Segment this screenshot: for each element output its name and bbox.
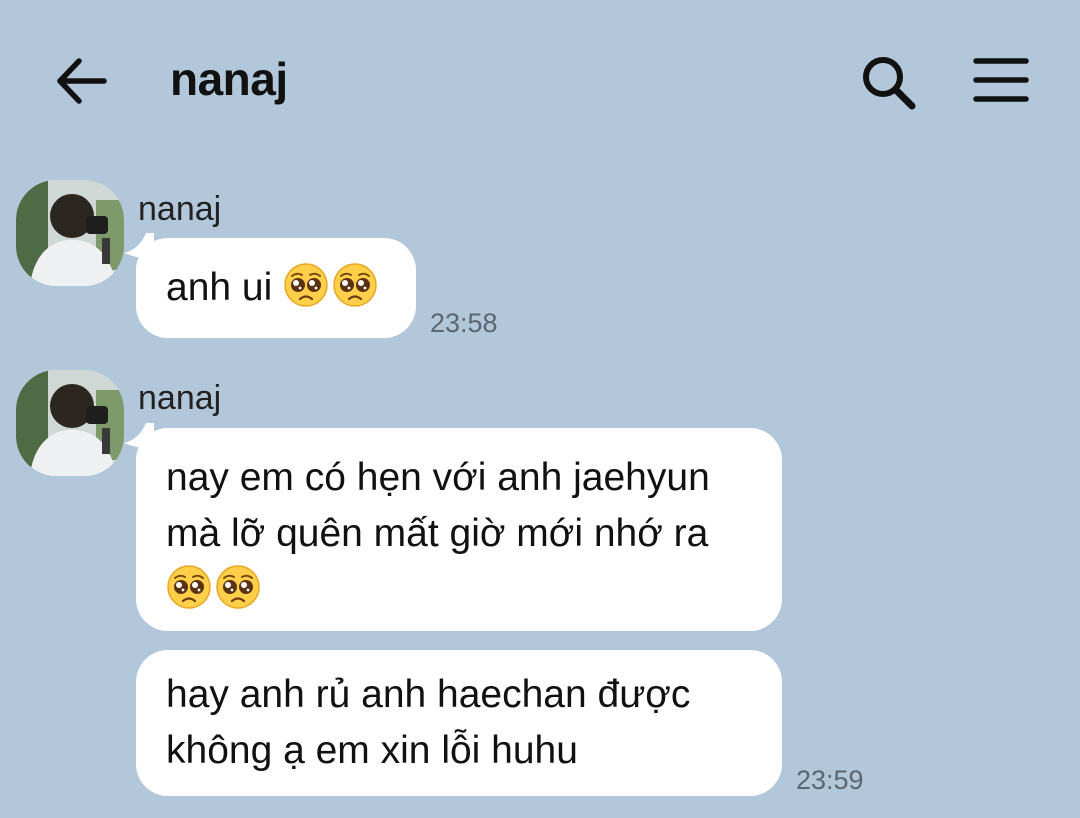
message-bubble[interactable]: anh ui <box>136 238 416 338</box>
message-timestamp: 23:59 <box>796 765 864 795</box>
message-line: anh ui <box>166 260 386 316</box>
pleading-face-emoji-icon <box>215 564 261 610</box>
chat-header: nanaj <box>0 0 1080 160</box>
message-line: mà lỡ quên mất giờ mới nhớ ra <box>166 512 709 555</box>
hamburger-menu-icon <box>973 58 1029 102</box>
chat-title: nanaj <box>170 53 288 105</box>
message-line: nay em có hẹn với anh jaehyun <box>166 456 710 499</box>
search-icon <box>863 57 916 110</box>
message-timestamp: 23:58 <box>430 308 498 338</box>
back-button[interactable] <box>52 52 110 110</box>
pleading-face-emoji-icon <box>166 564 212 610</box>
menu-button[interactable] <box>972 56 1030 106</box>
message-bubble[interactable]: nay em có hẹn với anh jaehyun mà lỡ quên… <box>136 428 782 631</box>
pleading-face-emoji-icon <box>283 262 329 308</box>
avatar[interactable] <box>16 370 124 476</box>
sender-name: nanaj <box>138 190 222 228</box>
message-bubble[interactable]: hay anh rủ anh haechan được không ạ em x… <box>136 650 782 796</box>
arrow-left-icon <box>57 58 107 104</box>
message-line: không ạ em xin lỗi huhu <box>166 729 578 772</box>
search-button[interactable] <box>858 52 918 112</box>
pleading-face-emoji-icon <box>332 262 378 308</box>
message-text: anh ui <box>166 263 381 309</box>
sender-name: nanaj <box>138 379 222 417</box>
avatar[interactable] <box>16 180 124 286</box>
message-line: hay anh rủ anh haechan được <box>166 673 691 716</box>
message-line <box>166 562 752 618</box>
